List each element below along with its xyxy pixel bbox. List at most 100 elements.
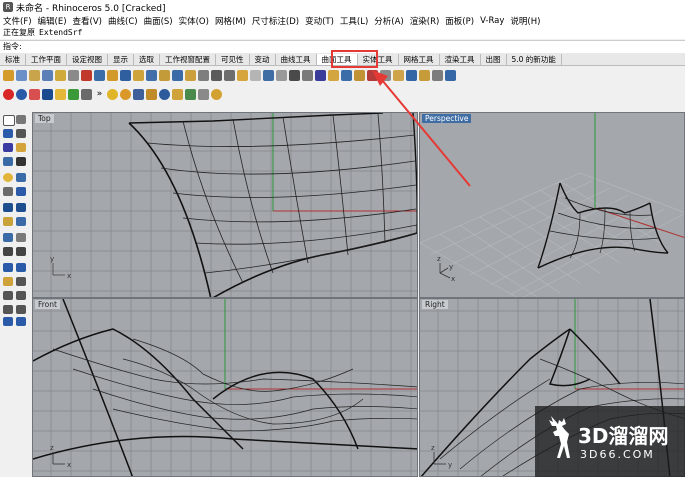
vray-options-icon[interactable] bbox=[120, 88, 131, 100]
shrink-surface-icon[interactable] bbox=[250, 69, 261, 81]
ellipse-icon[interactable] bbox=[3, 157, 13, 166]
tab-drafting[interactable]: 出图 bbox=[481, 54, 507, 65]
blend-surface-icon[interactable] bbox=[198, 69, 209, 81]
boolean-icon[interactable] bbox=[16, 233, 26, 242]
vray-help-icon[interactable] bbox=[211, 88, 222, 100]
chamfer-surface-icon[interactable] bbox=[172, 69, 183, 81]
menu-curve[interactable]: 曲线(C) bbox=[105, 15, 141, 27]
planar-curves-icon[interactable] bbox=[42, 69, 53, 81]
ruled-surface-icon[interactable] bbox=[380, 69, 391, 81]
tab-cplanes[interactable]: 工作平面 bbox=[26, 54, 67, 65]
curve-on-surface-icon[interactable] bbox=[354, 69, 365, 81]
sphere-icon[interactable] bbox=[16, 203, 26, 212]
menu-render[interactable]: 渲染(R) bbox=[407, 15, 443, 27]
drape-icon[interactable] bbox=[133, 69, 144, 81]
extrude-icon[interactable] bbox=[16, 187, 26, 196]
material-sphere-icon[interactable] bbox=[16, 88, 27, 100]
edit-surface-icon[interactable] bbox=[432, 69, 443, 81]
vray-material-icon[interactable] bbox=[133, 88, 144, 100]
join-icon[interactable] bbox=[3, 263, 13, 272]
revolve-icon[interactable] bbox=[94, 69, 105, 81]
dimension-icon[interactable] bbox=[3, 305, 13, 314]
menu-transform[interactable]: 变动(T) bbox=[302, 15, 337, 27]
menu-file[interactable]: 文件(F) bbox=[0, 15, 35, 27]
match-surface-icon[interactable] bbox=[211, 69, 222, 81]
menu-tools[interactable]: 工具(L) bbox=[337, 15, 371, 27]
sweep-1-rail-icon[interactable] bbox=[68, 69, 79, 81]
text-icon[interactable] bbox=[16, 305, 26, 314]
menu-edit[interactable]: 编辑(E) bbox=[35, 15, 70, 27]
grid-snap-icon[interactable] bbox=[3, 317, 13, 326]
menu-help[interactable]: 说明(H) bbox=[507, 15, 543, 27]
move-icon[interactable] bbox=[3, 277, 13, 286]
chevron-more-icon[interactable]: » bbox=[94, 89, 105, 100]
viewport-label-top[interactable]: Top bbox=[35, 114, 54, 123]
sweep-2-rails-icon[interactable] bbox=[81, 69, 92, 81]
polyline-icon[interactable] bbox=[3, 129, 13, 138]
light-icon[interactable] bbox=[55, 88, 66, 100]
loft-icon[interactable] bbox=[16, 69, 27, 81]
viewport-front[interactable]: x z Front bbox=[32, 298, 418, 477]
ground-plane-icon[interactable] bbox=[68, 88, 79, 100]
point-icon[interactable] bbox=[16, 115, 26, 124]
viewport-perspective[interactable]: z x y Perspective bbox=[419, 112, 685, 298]
unroll-icon[interactable] bbox=[276, 69, 287, 81]
scale-icon[interactable] bbox=[16, 291, 26, 300]
layer-icon[interactable] bbox=[16, 317, 26, 326]
menu-mesh[interactable]: 网格(M) bbox=[212, 15, 249, 27]
tab-mesh-tools[interactable]: 网格工具 bbox=[399, 54, 440, 65]
vertical-plane-icon[interactable] bbox=[419, 69, 430, 81]
surface-from-curve-icon[interactable] bbox=[328, 69, 339, 81]
polygon-icon[interactable] bbox=[3, 173, 13, 182]
cone-icon[interactable] bbox=[16, 217, 26, 226]
menu-surface[interactable]: 曲面(S) bbox=[141, 15, 176, 27]
menu-vray[interactable]: V-Ray bbox=[477, 16, 507, 26]
viewport-label-right[interactable]: Right bbox=[422, 300, 448, 309]
vray-camera-icon[interactable] bbox=[185, 88, 196, 100]
vray-render-icon[interactable] bbox=[107, 88, 118, 100]
network-surface-icon[interactable] bbox=[120, 69, 131, 81]
tab-new-in-v5[interactable]: 5.0 的新功能 bbox=[507, 54, 562, 65]
patch-icon[interactable] bbox=[55, 69, 66, 81]
tab-render-tools[interactable]: 渲染工具 bbox=[440, 54, 481, 65]
box-icon[interactable] bbox=[3, 203, 13, 212]
menu-view[interactable]: 查看(V) bbox=[70, 15, 105, 27]
vray-proxy-icon[interactable] bbox=[198, 88, 209, 100]
cylinder-icon[interactable] bbox=[3, 217, 13, 226]
tab-solid-tools[interactable]: 实体工具 bbox=[358, 54, 399, 65]
command-line[interactable]: 指令: bbox=[0, 40, 685, 53]
tab-transform[interactable]: 变动 bbox=[250, 54, 276, 65]
copy-icon[interactable] bbox=[16, 277, 26, 286]
select-arrow-icon[interactable] bbox=[3, 115, 15, 126]
menu-panels[interactable]: 面板(P) bbox=[442, 15, 477, 27]
arc-icon[interactable] bbox=[16, 143, 26, 152]
viewport-top[interactable]: x y Top bbox=[32, 112, 418, 298]
merge-surface-icon[interactable] bbox=[224, 69, 235, 81]
render-sphere-icon[interactable] bbox=[3, 88, 14, 100]
menu-dimension[interactable]: 尺寸标注(D) bbox=[249, 15, 302, 27]
more-surface-icon[interactable] bbox=[445, 69, 456, 81]
viewport-label-perspective[interactable]: Perspective bbox=[422, 114, 472, 123]
menu-solid[interactable]: 实体(O) bbox=[176, 15, 212, 27]
vray-light-icon[interactable] bbox=[146, 88, 157, 100]
decal-icon[interactable] bbox=[81, 88, 92, 100]
curve-icon[interactable] bbox=[16, 129, 26, 138]
tab-curve-tools[interactable]: 曲线工具 bbox=[276, 54, 317, 65]
tab-display[interactable]: 显示 bbox=[108, 54, 134, 65]
tab-viewport-layout[interactable]: 工作视窗配置 bbox=[160, 54, 216, 65]
surface-icon[interactable] bbox=[3, 187, 13, 196]
heightfield-icon[interactable] bbox=[341, 69, 352, 81]
rail-revolve-icon[interactable] bbox=[107, 69, 118, 81]
trim-icon[interactable] bbox=[3, 247, 13, 256]
pipe-icon[interactable] bbox=[367, 69, 378, 81]
sweep-icon[interactable] bbox=[302, 69, 313, 81]
edge-curves-icon[interactable] bbox=[29, 69, 40, 81]
tab-surface-tools[interactable]: 曲面工具 bbox=[316, 54, 358, 65]
freeform-icon[interactable] bbox=[16, 173, 26, 182]
extend-surface-icon[interactable] bbox=[146, 69, 157, 81]
tab-set-view[interactable]: 设定视图 bbox=[67, 54, 108, 65]
plane-icon[interactable] bbox=[393, 69, 404, 81]
rectangle-icon[interactable] bbox=[16, 157, 26, 166]
extrude-curve-icon[interactable] bbox=[3, 69, 14, 81]
offset-surface-icon[interactable] bbox=[185, 69, 196, 81]
